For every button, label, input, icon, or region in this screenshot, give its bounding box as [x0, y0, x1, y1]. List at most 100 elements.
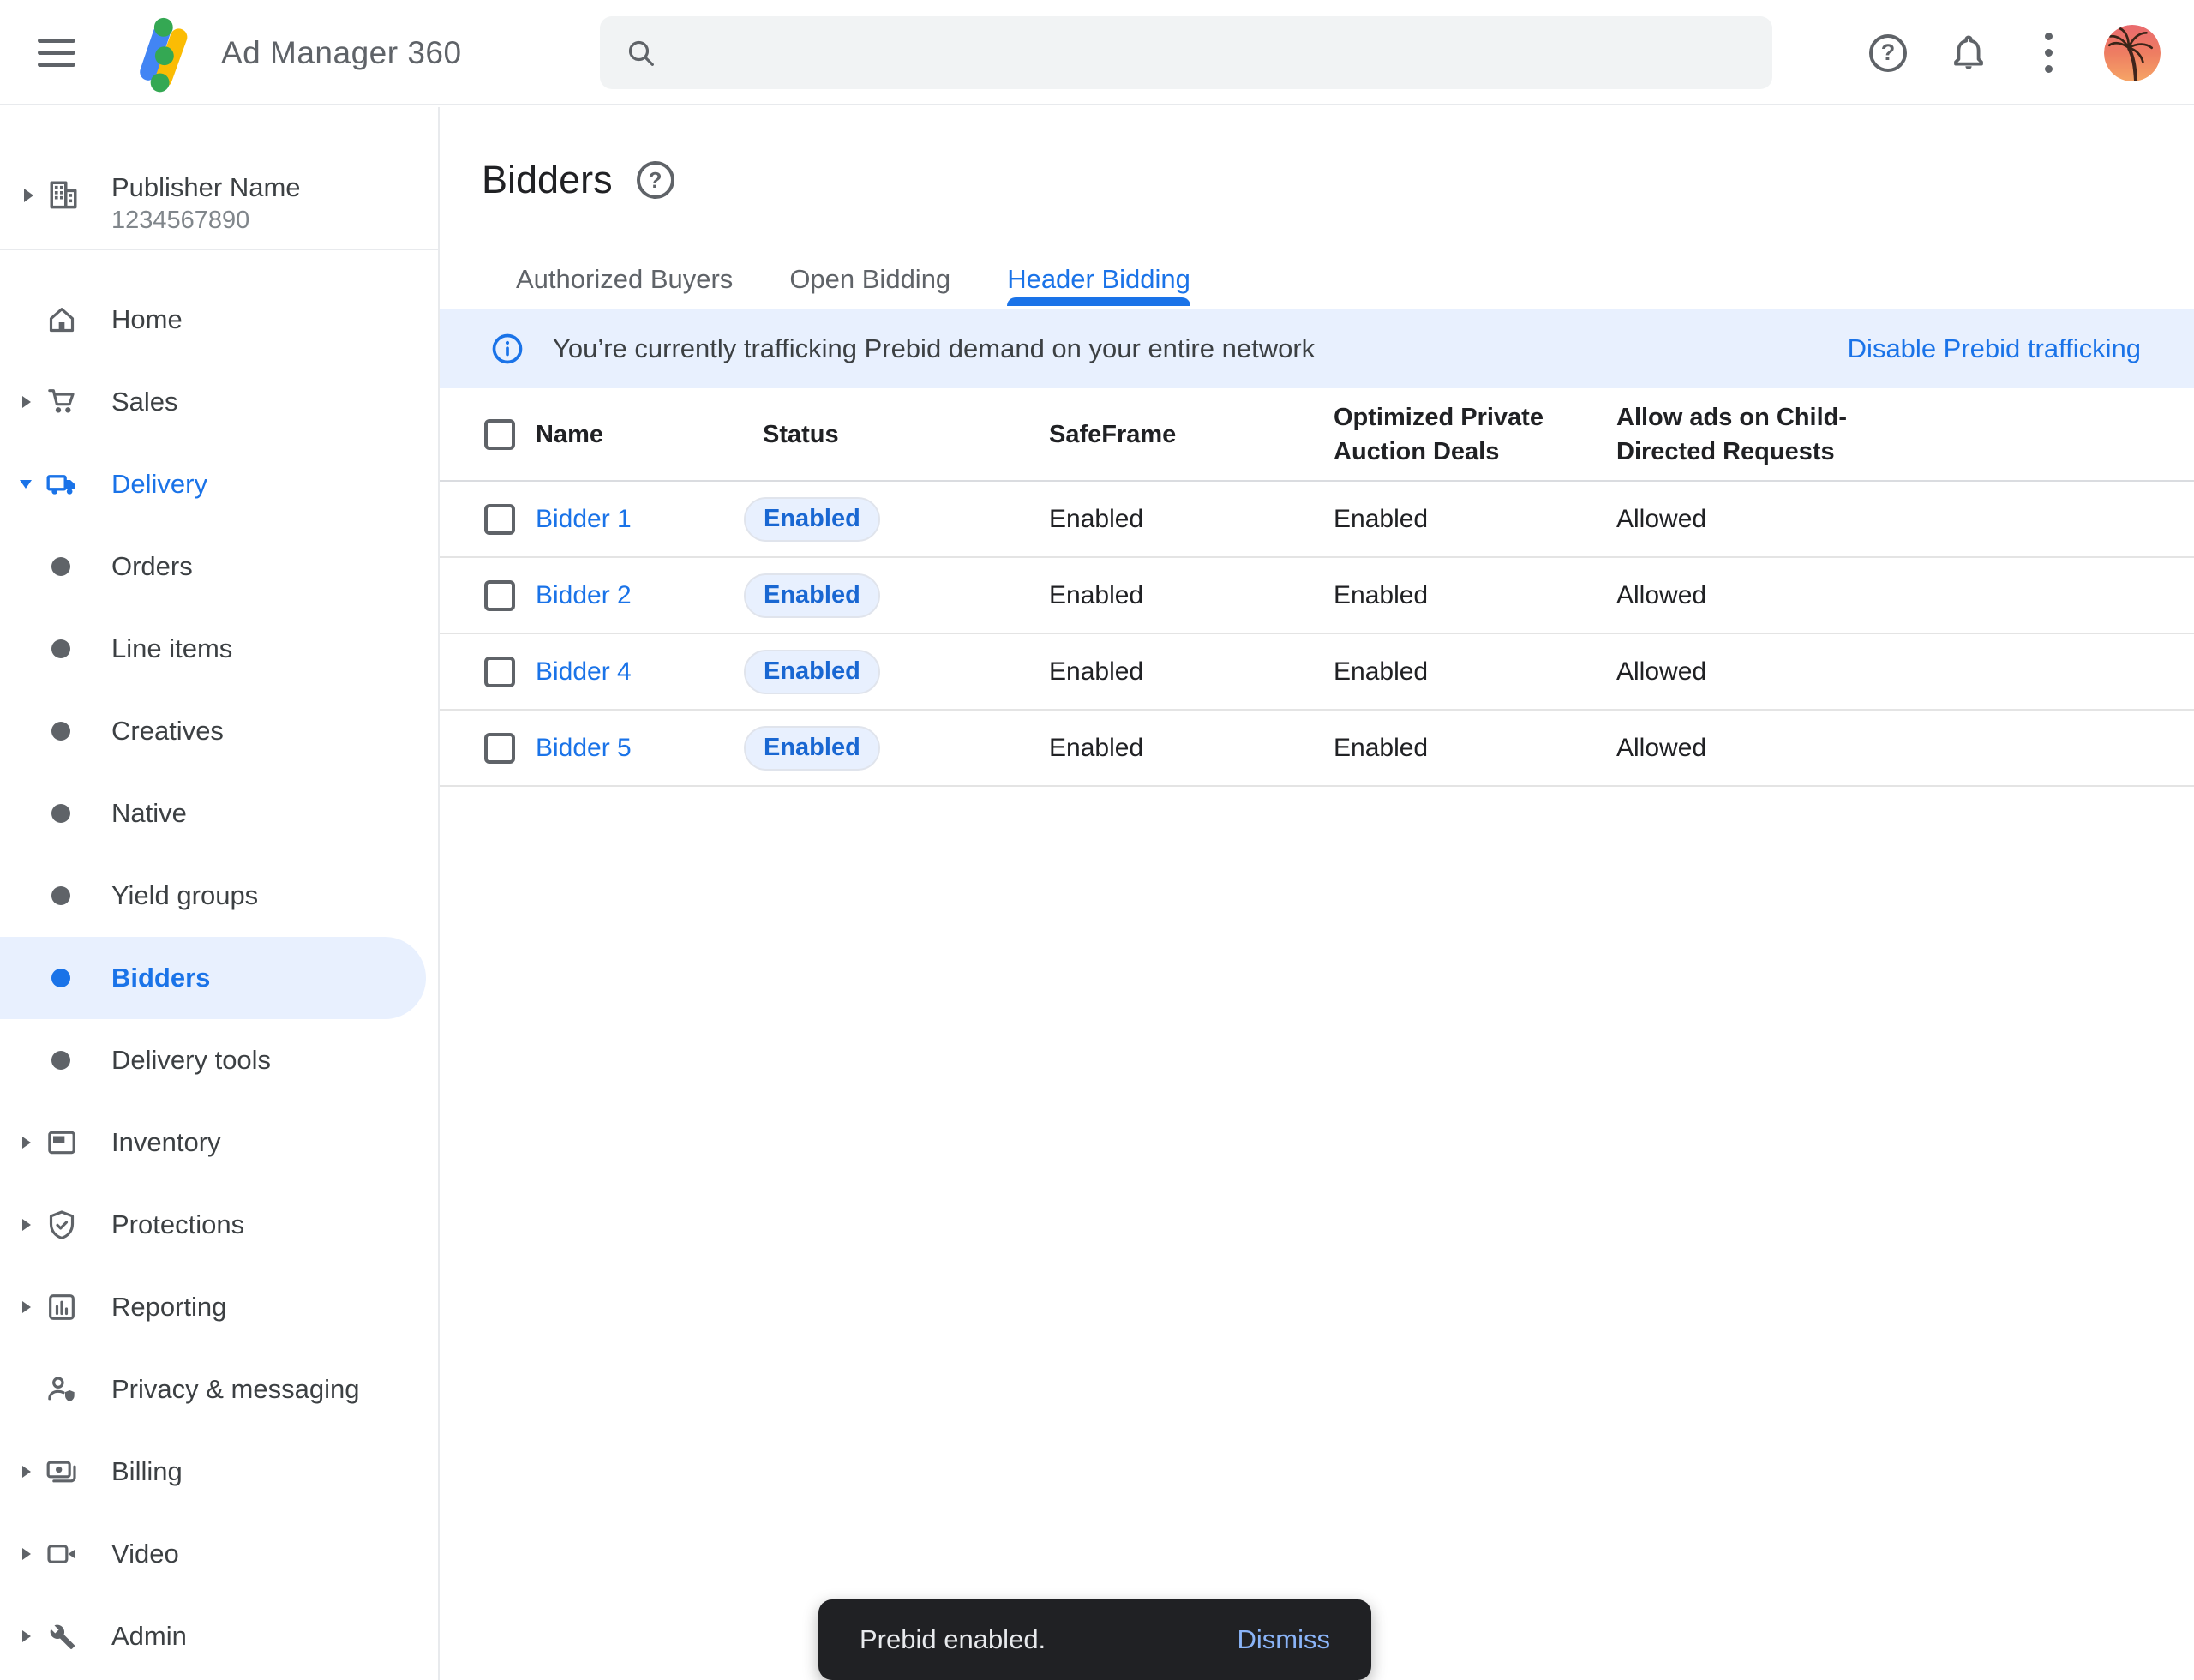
chevron-right-icon [22, 1630, 31, 1642]
sidebar-item-yield-groups[interactable]: Yield groups [0, 855, 426, 937]
column-header-safeframe: SafeFrame [1049, 417, 1176, 452]
ad-unit-icon [45, 1125, 79, 1160]
sidebar-item-delivery[interactable]: Delivery [0, 443, 426, 525]
publisher-name: Publisher Name [111, 172, 301, 203]
sidebar: Publisher Name 1234567890 Home Sales [0, 107, 440, 1680]
cart-icon [45, 385, 79, 419]
home-icon [45, 303, 79, 337]
sidebar-item-line-items[interactable]: Line items [0, 608, 426, 690]
avatar-palm-image [2104, 25, 2161, 81]
sidebar-item-delivery-tools[interactable]: Delivery tools [0, 1019, 426, 1101]
table-header-row: Name Status SafeFrame Optimized Private … [440, 388, 2194, 482]
chevron-right-icon [22, 1466, 31, 1478]
more-vert-icon [2045, 33, 2053, 73]
avatar[interactable] [2104, 25, 2161, 81]
sidebar-item-native[interactable]: Native [0, 772, 426, 855]
sidebar-item-video[interactable]: Video [0, 1513, 426, 1595]
publisher-network-code: 1234567890 [111, 207, 249, 235]
top-app-bar: Ad Manager 360 ? [0, 0, 2194, 105]
sidebar-item-reporting[interactable]: Reporting [0, 1266, 426, 1348]
sidebar-item-bidders[interactable]: Bidders [0, 937, 426, 1019]
info-icon [490, 332, 525, 366]
toast-message: Prebid enabled. [860, 1624, 1046, 1655]
sidebar-item-home[interactable]: Home [0, 279, 426, 361]
child-directed-value: Allowed [1616, 657, 1849, 687]
row-checkbox[interactable] [484, 657, 515, 687]
sidebar-item-orders[interactable]: Orders [0, 525, 426, 608]
search-bar[interactable] [600, 16, 1772, 89]
ad-manager-logo-icon [125, 9, 211, 95]
notifications-button[interactable] [1938, 0, 1999, 105]
table-row: Bidder 4 Enabled Enabled Enabled Allowed [440, 634, 2194, 711]
bidders-table: Name Status SafeFrame Optimized Private … [440, 388, 2194, 787]
more-options-button[interactable] [2017, 0, 2079, 105]
person-shield-icon [45, 1372, 79, 1407]
disable-prebid-trafficking-link[interactable]: Disable Prebid trafficking [1848, 333, 2141, 364]
bidder-link[interactable]: Bidder 5 [536, 734, 632, 762]
row-checkbox[interactable] [484, 733, 515, 764]
status-badge: Enabled [744, 573, 880, 618]
sidebar-item-protections[interactable]: Protections [0, 1184, 426, 1266]
bullet-dot-icon [51, 639, 70, 658]
safeframe-value: Enabled [1049, 657, 1143, 687]
safeframe-value: Enabled [1049, 581, 1143, 610]
sidebar-item-admin[interactable]: Admin [0, 1595, 426, 1677]
bar-chart-icon [45, 1290, 79, 1324]
select-all-checkbox[interactable] [484, 419, 515, 450]
status-badge: Enabled [744, 650, 880, 694]
chevron-right-icon [22, 1137, 31, 1149]
table-row: Bidder 1 Enabled Enabled Enabled Allowed [440, 482, 2194, 558]
status-badge: Enabled [744, 497, 880, 542]
auction-deals-value: Enabled [1334, 581, 1558, 610]
sidebar-item-billing[interactable]: Billing [0, 1431, 426, 1513]
tab-header-bidding[interactable]: Header Bidding [1007, 253, 1190, 306]
safeframe-value: Enabled [1049, 734, 1143, 763]
column-header-auction-deals: Optimized Private Auction Deals [1334, 400, 1558, 469]
chevron-right-icon [24, 189, 33, 202]
tab-bar: Authorized Buyers Open Bidding Header Bi… [516, 253, 1190, 306]
app-root: Ad Manager 360 ? [0, 0, 2194, 1680]
table-row: Bidder 2 Enabled Enabled Enabled Allowed [440, 558, 2194, 634]
row-checkbox[interactable] [484, 504, 515, 535]
chevron-right-icon [22, 396, 31, 408]
column-header-status: Status [763, 417, 839, 452]
safeframe-value: Enabled [1049, 505, 1143, 534]
auction-deals-value: Enabled [1334, 505, 1558, 534]
sidebar-item-sales[interactable]: Sales [0, 361, 426, 443]
bullet-dot-icon [51, 804, 70, 823]
chevron-down-icon [20, 480, 32, 489]
auction-deals-value: Enabled [1334, 734, 1558, 763]
tab-open-bidding[interactable]: Open Bidding [789, 253, 950, 306]
notifications-bell-icon [1948, 33, 1989, 74]
chevron-right-icon [22, 1301, 31, 1313]
main-content: Bidders ? Authorized Buyers Open Bidding… [440, 107, 2194, 1680]
money-icon [45, 1455, 79, 1489]
help-button[interactable]: ? [1857, 0, 1919, 105]
page-help-icon[interactable]: ? [637, 161, 674, 199]
toast-dismiss-button[interactable]: Dismiss [1238, 1624, 1331, 1655]
auction-deals-value: Enabled [1334, 657, 1558, 687]
bullet-dot-icon [51, 557, 70, 576]
chevron-right-icon [22, 1219, 31, 1231]
help-icon: ? [1869, 34, 1907, 72]
search-icon [624, 36, 658, 70]
bidder-link[interactable]: Bidder 4 [536, 657, 632, 686]
bidder-link[interactable]: Bidder 2 [536, 581, 632, 609]
truck-icon [45, 467, 79, 501]
menu-icon[interactable] [38, 33, 75, 71]
wrench-icon [45, 1619, 79, 1653]
prebid-info-banner: You’re currently trafficking Prebid dema… [440, 309, 2194, 388]
chevron-right-icon [22, 1548, 31, 1560]
sidebar-item-inventory[interactable]: Inventory [0, 1101, 426, 1184]
search-input[interactable] [679, 37, 1748, 69]
bidder-link[interactable]: Bidder 1 [536, 505, 632, 533]
tab-authorized-buyers[interactable]: Authorized Buyers [516, 253, 733, 306]
publisher-switcher[interactable]: Publisher Name 1234567890 [0, 141, 438, 249]
sidebar-item-privacy-messaging[interactable]: Privacy & messaging [0, 1348, 426, 1431]
video-camera-icon [45, 1537, 79, 1571]
sidebar-item-creatives[interactable]: Creatives [0, 690, 426, 772]
snackbar-toast: Prebid enabled. Dismiss [818, 1599, 1371, 1680]
row-checkbox[interactable] [484, 580, 515, 611]
status-badge: Enabled [744, 726, 880, 771]
bullet-dot-icon [51, 722, 70, 741]
